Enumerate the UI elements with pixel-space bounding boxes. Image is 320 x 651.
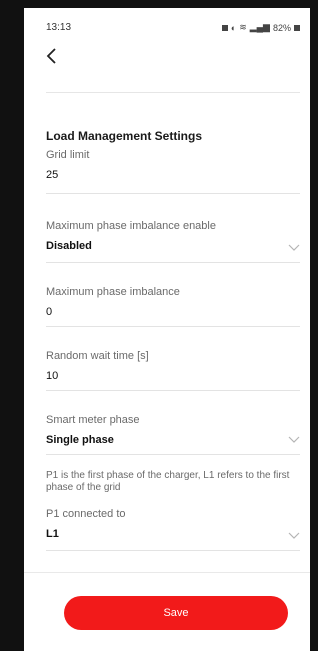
right-edge — [310, 0, 318, 651]
smart-meter-phase-label: Smart meter phase — [46, 414, 140, 426]
phase-imbalance-enable-select[interactable]: Maximum phase imbalance enable Disabled — [46, 220, 300, 263]
chevron-down-icon[interactable] — [288, 244, 300, 252]
smart-meter-phase-value[interactable]: Single phase — [46, 434, 300, 446]
random-wait-value[interactable]: 10 — [46, 370, 300, 382]
status-icons: ◐ ≋ ▂▄▆ 82% — [221, 22, 300, 33]
phase-imbalance-enable-value[interactable]: Disabled — [46, 240, 300, 252]
save-button[interactable]: Save — [64, 596, 288, 630]
field-divider — [46, 262, 300, 263]
smart-meter-phase-select[interactable]: Smart meter phase Single phase — [46, 414, 300, 455]
chevron-down-icon[interactable] — [288, 532, 300, 540]
p1-connected-label: P1 connected to — [46, 508, 126, 520]
phase-imbalance-label: Maximum phase imbalance — [46, 286, 180, 298]
p1-connected-value[interactable]: L1 — [46, 528, 300, 540]
signal-icon: ▂▄▆ — [249, 22, 270, 32]
field-divider — [46, 390, 300, 391]
field-divider — [46, 326, 300, 327]
field-divider — [46, 193, 300, 194]
chevron-down-icon[interactable] — [288, 436, 300, 444]
top-edge — [0, 0, 318, 8]
mute-icon: ◐ — [230, 22, 237, 33]
random-wait-field[interactable]: Random wait time [s] 10 — [46, 350, 300, 391]
battery-text: 82% — [272, 22, 291, 33]
footer-divider — [24, 572, 310, 573]
left-edge — [0, 0, 24, 651]
phone-frame: 13:13 ◐ ≋ ▂▄▆ 82% Load Management Settin… — [0, 0, 318, 651]
phase-imbalance-value[interactable]: 0 — [46, 306, 300, 318]
random-wait-label: Random wait time [s] — [46, 350, 149, 362]
phase-imbalance-field[interactable]: Maximum phase imbalance 0 — [46, 286, 300, 327]
grid-limit-field[interactable]: Grid limit 25 — [46, 149, 300, 194]
phase-imbalance-enable-label: Maximum phase imbalance enable — [46, 220, 216, 232]
status-time: 13:13 — [46, 22, 72, 33]
field-divider — [46, 454, 300, 455]
grid-limit-value[interactable]: 25 — [46, 169, 300, 181]
wifi-icon: ≋ — [239, 22, 247, 32]
notification-icon — [221, 24, 228, 31]
phase-info-text: P1 is the first phase of the charger, L1… — [46, 470, 290, 493]
app-screen: 13:13 ◐ ≋ ▂▄▆ 82% Load Management Settin… — [24, 8, 310, 637]
chevron-left-icon[interactable] — [44, 46, 60, 66]
p1-connected-select[interactable]: P1 connected to L1 — [46, 508, 300, 551]
status-bar: 13:13 ◐ ≋ ▂▄▆ 82% — [46, 22, 300, 36]
header-divider — [46, 92, 300, 93]
section-title: Load Management Settings — [46, 129, 203, 143]
field-divider — [46, 550, 300, 551]
grid-limit-label: Grid limit — [46, 149, 90, 161]
battery-icon — [294, 24, 300, 31]
